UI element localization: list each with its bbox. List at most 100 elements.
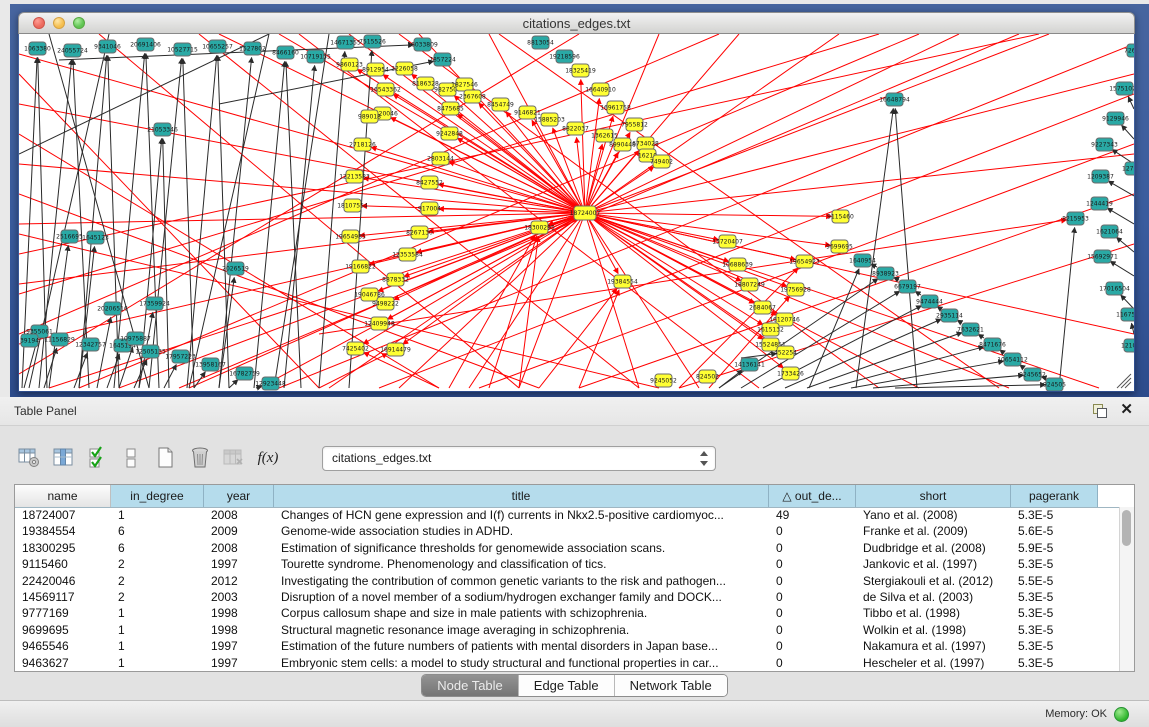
network-node[interactable]: 1167533	[1116, 308, 1134, 321]
function-builder-icon[interactable]: f(x)	[254, 443, 282, 473]
table-row[interactable]: 1872400712008Changes of HCN gene express…	[15, 507, 1120, 523]
network-node[interactable]: 12342757	[75, 338, 106, 351]
network-node[interactable]: 10655257	[202, 40, 233, 53]
table-row[interactable]: 1456911722003Disruption of a novel membe…	[15, 589, 1120, 605]
column-header-in_degree[interactable]: in_degree	[111, 485, 204, 507]
network-node[interactable]: 19218596	[549, 50, 580, 63]
network-node[interactable]: 7955812	[621, 118, 648, 131]
delete-column-icon[interactable]	[186, 443, 214, 473]
network-node[interactable]: 121034	[1121, 339, 1134, 352]
network-node[interactable]: 9129946	[1102, 112, 1129, 125]
tab-edge-table[interactable]: Edge Table	[518, 675, 614, 696]
network-node[interactable]: 12353584	[392, 248, 423, 261]
network-node[interactable]: 9341046	[94, 40, 121, 53]
network-node[interactable]: 6734028	[632, 137, 659, 150]
network-node[interactable]: 1209387	[1087, 170, 1114, 183]
network-node[interactable]: 9242848	[436, 127, 463, 140]
network-node[interactable]: 2226058	[391, 62, 418, 75]
tab-network-table[interactable]: Network Table	[614, 675, 727, 696]
network-window-titlebar[interactable]: citations_edges.txt	[18, 12, 1135, 34]
network-node[interactable]: 8813054	[527, 36, 554, 49]
network-node[interactable]: 9245652	[1019, 368, 1046, 381]
network-canvas[interactable]: 1063380240557249341046206914061052771510…	[19, 34, 1134, 391]
new-column-icon[interactable]	[152, 443, 180, 473]
delete-table-icon[interactable]	[220, 443, 248, 473]
network-graph[interactable]: 1063380240557249341046206914061052771510…	[19, 34, 1134, 391]
table-row[interactable]: 946362711997Embryonic stem cells: a mode…	[15, 655, 1120, 671]
network-node[interactable]: 8912954	[362, 63, 389, 76]
network-node[interactable]: 24055724	[57, 44, 88, 57]
column-header-year[interactable]: year	[204, 485, 274, 507]
column-header-title[interactable]: title	[274, 485, 769, 507]
network-node[interactable]: 8454749	[487, 98, 514, 111]
column-header-out_degree[interactable]: △ out_de...	[769, 485, 856, 507]
network-node[interactable]: 9860123	[336, 58, 363, 71]
show-columns-icon[interactable]	[50, 443, 78, 473]
network-node[interactable]: 15720407	[712, 235, 743, 248]
canvas-resize-grip[interactable]	[1117, 374, 1131, 388]
table-row[interactable]: 977716911998Corpus callosum shape and si…	[15, 605, 1120, 621]
network-node[interactable]: 749402	[650, 155, 673, 168]
select-all-icon[interactable]	[84, 443, 112, 473]
network-node[interactable]: 452254	[774, 346, 797, 359]
network-node[interactable]: 2026519	[222, 262, 249, 275]
network-node[interactable]: 989018	[358, 110, 381, 123]
network-node[interactable]: 2367608	[459, 90, 486, 103]
network-node[interactable]: 20206516	[97, 302, 128, 315]
table-row[interactable]: 911546021997Tourette syndrome. Phenomeno…	[15, 556, 1120, 572]
network-node[interactable]: 8267130	[406, 226, 433, 239]
close-panel-icon[interactable]: ✕	[1120, 401, 1133, 419]
network-node[interactable]: 18107554	[337, 199, 368, 212]
table-row[interactable]: 969969511998Structural magnetic resonanc…	[15, 622, 1120, 638]
network-node[interactable]: 15692971	[1087, 250, 1118, 263]
table-row[interactable]: 1830029562008Estimation of significance …	[15, 540, 1120, 556]
network-node[interactable]: 17016504	[1099, 282, 1130, 295]
network-node[interactable]: 39194	[20, 334, 39, 347]
table-row[interactable]: 2242004622012Investigating the contribut…	[15, 573, 1120, 589]
network-node[interactable]: 16640910	[585, 83, 616, 96]
memory-ok-indicator[interactable]	[1114, 707, 1129, 722]
network-node[interactable]: 8878332	[382, 273, 409, 286]
column-header-name[interactable]: name	[15, 485, 111, 507]
network-node[interactable]: 17359924	[139, 297, 170, 310]
network-node[interactable]: 1244419	[1086, 197, 1113, 210]
network-node[interactable]: 1621064	[1096, 225, 1123, 238]
column-header-short[interactable]: short	[856, 485, 1011, 507]
network-node[interactable]: 15751074	[1109, 82, 1134, 95]
network-node[interactable]: 9245052	[650, 374, 677, 387]
network-node[interactable]: 127741	[1122, 162, 1134, 175]
cell-out_degree: 0	[769, 622, 856, 638]
network-node[interactable]: 7857224	[429, 53, 456, 66]
network-node[interactable]: 1063380	[24, 42, 51, 55]
network-node[interactable]: 18325419	[565, 64, 596, 77]
float-panel-icon[interactable]	[1093, 404, 1107, 417]
table-row[interactable]: 1938455462009Genome-wide association stu…	[15, 523, 1120, 539]
network-node[interactable]: 9227343	[1091, 138, 1118, 151]
network-node[interactable]: 924505	[1043, 378, 1066, 391]
network-node[interactable]: 2803144	[427, 152, 454, 165]
network-node[interactable]: 726918	[1124, 44, 1134, 57]
column-header-pagerank[interactable]: pagerank	[1011, 485, 1098, 507]
table-mode-icon[interactable]	[16, 443, 44, 473]
network-node[interactable]: 2718126	[349, 138, 376, 151]
clear-selection-icon[interactable]	[118, 443, 146, 473]
network-node[interactable]: 8466160	[272, 46, 299, 59]
network-node[interactable]: 20691406	[130, 38, 161, 51]
table-scrollbar[interactable]	[1119, 507, 1134, 671]
network-node[interactable]: 19654923	[789, 255, 820, 268]
network-node[interactable]: 12213583	[339, 170, 370, 183]
scrollbar-thumb[interactable]	[1122, 510, 1131, 546]
network-node[interactable]: 7632621	[957, 323, 984, 336]
network-node[interactable]: 18724007	[570, 206, 601, 220]
network-node[interactable]: 917004	[418, 202, 441, 215]
network-node[interactable]: 8215953	[1062, 212, 1089, 225]
tab-node-table[interactable]: Node Table	[422, 675, 518, 696]
network-node[interactable]: 824502	[696, 370, 719, 383]
network-node[interactable]: 19756928	[780, 283, 811, 296]
table-row[interactable]: 946554611997Estimation of the future num…	[15, 638, 1120, 654]
table-select-dropdown[interactable]: citations_edges.txt	[322, 446, 716, 471]
network-node[interactable]: 8822037	[562, 122, 589, 135]
network-node[interactable]: 16648794	[879, 93, 910, 106]
network-node[interactable]: 9699695	[826, 240, 853, 253]
network-node[interactable]: 1527802	[239, 42, 266, 55]
